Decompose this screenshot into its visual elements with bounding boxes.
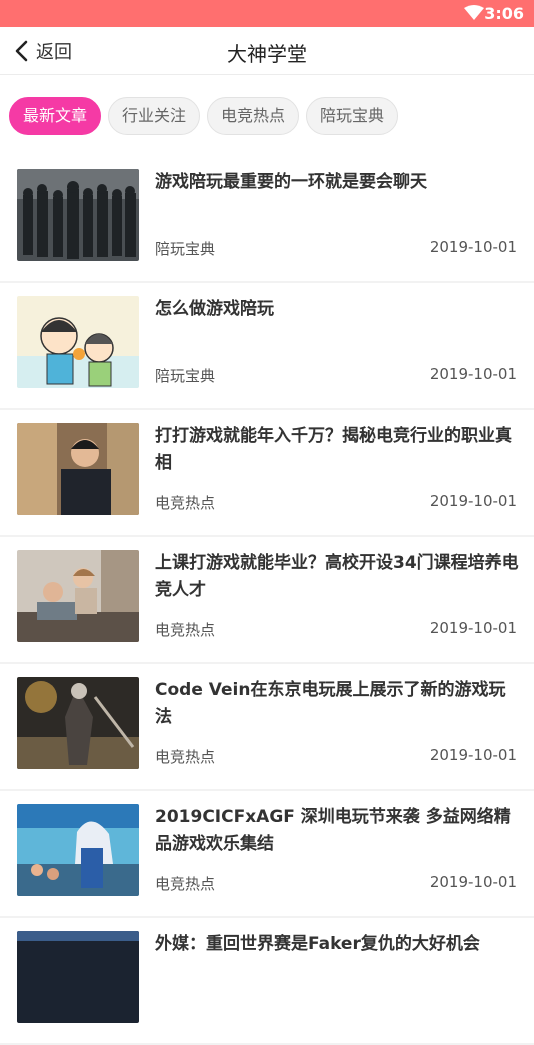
article-title: 游戏陪玩最重要的一环就是要会聊天 xyxy=(155,172,427,192)
article-item[interactable]: 2019CICFxAGF 深圳电玩节来袭 多益网络精品游戏欢乐集结 电竞热点 2… xyxy=(0,791,534,918)
article-item[interactable]: 怎么做游戏陪玩 陪玩宝典 2019-10-01 xyxy=(0,283,534,410)
article-item[interactable]: 打打游戏就能年入千万？揭秘电竞行业的职业真相 电竞热点 2019-10-01 xyxy=(0,410,534,537)
article-item[interactable]: 上课打游戏就能毕业？高校开设34门课程培养电竞人才 电竞热点 2019-10-0… xyxy=(0,537,534,664)
article-title: 外媒：重回世界赛是Faker复仇的大好机会 xyxy=(155,934,480,954)
category-tabs: 最新文章 行业关注 电竞热点 陪玩宝典 xyxy=(0,76,534,156)
article-item[interactable]: 外媒：重回世界赛是Faker复仇的大好机会 xyxy=(0,918,534,1045)
article-thumbnail xyxy=(17,677,139,769)
article-item[interactable]: 游戏陪玩最重要的一环就是要会聊天 陪玩宝典 2019-10-01 xyxy=(0,156,534,283)
article-date: 2019-10-01 xyxy=(429,746,517,764)
article-title: 怎么做游戏陪玩 xyxy=(155,299,274,319)
article-date: 2019-10-01 xyxy=(429,873,517,891)
article-thumbnail xyxy=(17,804,139,896)
tab-esports-hot[interactable]: 电竞热点 xyxy=(207,97,300,135)
status-time: 3:06 xyxy=(484,4,524,23)
article-category: 电竞热点 xyxy=(155,621,216,639)
article-thumbnail xyxy=(17,169,139,261)
tab-companion-guide[interactable]: 陪玩宝典 xyxy=(306,97,399,135)
article-date: 2019-10-01 xyxy=(429,619,517,637)
article-thumbnail xyxy=(17,296,139,388)
article-thumbnail xyxy=(17,931,139,1023)
tab-industry-focus[interactable]: 行业关注 xyxy=(108,97,201,135)
article-category: 电竞热点 xyxy=(155,875,216,893)
article-title: Code Vein在东京电玩展上展示了新的游戏玩法 xyxy=(155,680,506,727)
article-category: 陪玩宝典 xyxy=(155,367,216,385)
tab-latest-articles[interactable]: 最新文章 xyxy=(9,97,102,135)
article-item[interactable]: Code Vein在东京电玩展上展示了新的游戏玩法 电竞热点 2019-10-0… xyxy=(0,664,534,791)
article-list: 游戏陪玩最重要的一环就是要会聊天 陪玩宝典 2019-10-01 怎么做游戏陪玩… xyxy=(0,156,534,1045)
article-category: 电竞热点 xyxy=(155,748,216,766)
article-title: 上课打游戏就能毕业？高校开设34门课程培养电竞人才 xyxy=(155,553,519,600)
wifi-icon xyxy=(464,5,484,20)
page-title: 大神学堂 xyxy=(227,42,307,66)
article-date: 2019-10-01 xyxy=(429,492,517,510)
article-title: 打打游戏就能年入千万？揭秘电竞行业的职业真相 xyxy=(155,426,512,473)
article-date: 2019-10-01 xyxy=(429,238,517,256)
article-category: 电竞热点 xyxy=(155,494,216,512)
article-thumbnail xyxy=(17,550,139,642)
article-thumbnail xyxy=(17,423,139,515)
article-date: 2019-10-01 xyxy=(429,365,517,383)
article-category: 陪玩宝典 xyxy=(155,240,216,258)
status-bar: 3:06 xyxy=(0,0,534,27)
nav-bar: 返回 大神学堂 xyxy=(0,27,534,75)
article-title: 2019CICFxAGF 深圳电玩节来袭 多益网络精品游戏欢乐集结 xyxy=(155,807,511,854)
